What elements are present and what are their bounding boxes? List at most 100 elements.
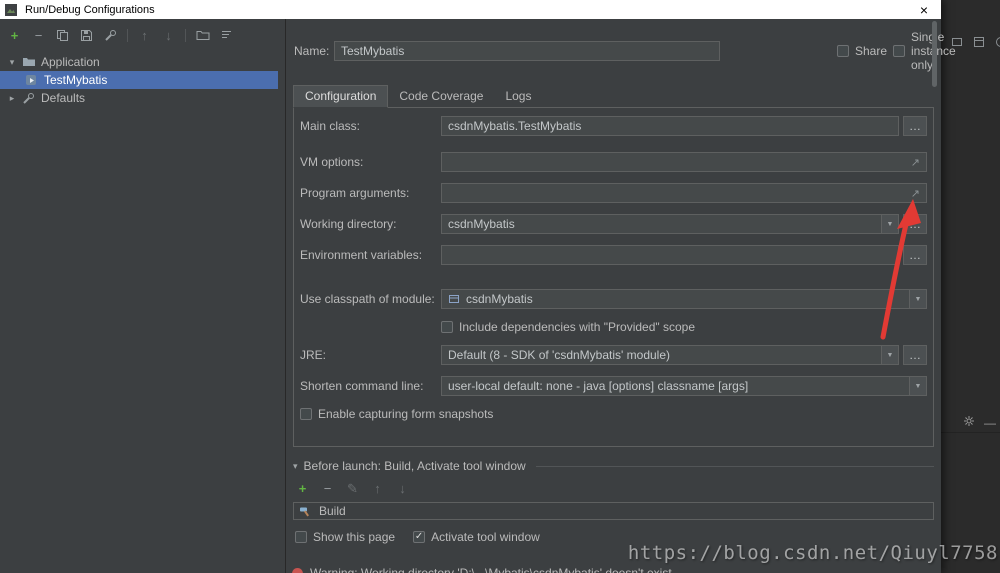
module-icon xyxy=(448,293,462,305)
ide-toolbar-icon[interactable] xyxy=(993,34,1000,49)
working-directory-value: csdnMybatis xyxy=(448,217,515,231)
tab-logs[interactable]: Logs xyxy=(494,86,542,107)
before-launch-toolbar: + − ✎ ↑ ↓ xyxy=(295,481,934,496)
shorten-command-line-label: Shorten command line: xyxy=(300,379,424,393)
warning-text: Warning: Working directory 'D:\...\Mybat… xyxy=(310,566,672,573)
configurations-sidebar: + − ↑ ↓ ▾ Application TestMybatis ▸ Defa… xyxy=(0,19,286,573)
move-down-icon[interactable]: ↓ xyxy=(395,481,410,496)
vm-options-input[interactable]: ↗ xyxy=(441,152,927,172)
copy-configuration-icon[interactable] xyxy=(55,28,70,43)
new-folder-icon[interactable] xyxy=(195,28,210,43)
toolbar-separator xyxy=(185,28,186,42)
divider xyxy=(941,432,1000,433)
dialog-titlebar[interactable]: Run/Debug Configurations × xyxy=(0,0,941,19)
shorten-command-line-select[interactable]: user-local default: none - java [options… xyxy=(441,376,927,396)
warning-icon xyxy=(292,567,303,573)
include-dependencies-checkbox[interactable]: Include dependencies with "Provided" sco… xyxy=(441,320,695,334)
main-class-input[interactable]: csdnMybatis.TestMybatis xyxy=(441,116,899,136)
check-icon: ✓ xyxy=(414,531,424,542)
application-run-icon xyxy=(25,74,39,86)
add-task-icon[interactable]: + xyxy=(295,481,310,496)
jre-browse-button[interactable]: … xyxy=(903,345,927,365)
shorten-command-line-row: Shorten command line: user-local default… xyxy=(300,376,927,396)
tab-configuration[interactable]: Configuration xyxy=(293,85,389,108)
tree-item-defaults[interactable]: ▸ Defaults xyxy=(0,89,285,107)
name-label: Name: xyxy=(294,44,330,58)
program-arguments-label: Program arguments: xyxy=(300,186,410,200)
expand-field-icon[interactable]: ↗ xyxy=(911,156,920,169)
main-class-value: csdnMybatis.TestMybatis xyxy=(448,119,582,133)
ide-toolbar-icon[interactable] xyxy=(971,34,986,49)
use-classpath-label: Use classpath of module: xyxy=(300,292,435,306)
main-class-browse-button[interactable]: … xyxy=(903,116,927,136)
tree-item-testmybatis[interactable]: TestMybatis xyxy=(0,71,278,89)
save-configuration-icon[interactable] xyxy=(79,28,94,43)
program-arguments-row: Program arguments: ↗ xyxy=(300,183,927,203)
jre-value: Default (8 - SDK of 'csdnMybatis' module… xyxy=(448,348,670,362)
sort-configurations-icon[interactable] xyxy=(219,28,234,43)
move-down-icon[interactable]: ↓ xyxy=(161,28,176,43)
name-value: TestMybatis xyxy=(341,44,405,58)
checkbox-box: ✓ xyxy=(413,531,426,543)
environment-variables-row: Environment variables: … xyxy=(300,245,927,265)
name-input[interactable]: TestMybatis xyxy=(334,41,720,61)
tree-item-label: Application xyxy=(41,55,100,69)
checkbox-label: Include dependencies with "Provided" sco… xyxy=(459,320,696,334)
dropdown-arrow-icon[interactable]: ▼ xyxy=(909,377,926,395)
vm-options-label: VM options: xyxy=(300,155,364,169)
dialog-title: Run/Debug Configurations xyxy=(25,3,155,16)
jre-row: JRE: Default (8 - SDK of 'csdnMybatis' m… xyxy=(300,345,927,365)
before-launch-title: Before launch: Build, Activate tool wind… xyxy=(303,459,526,473)
before-launch-header[interactable]: ▾ Before launch: Build, Activate tool wi… xyxy=(293,459,934,473)
expand-arrow-icon[interactable]: ▾ xyxy=(7,57,17,68)
single-instance-checkbox[interactable]: Single instance only xyxy=(893,30,956,72)
ide-background-strip: — xyxy=(941,0,1000,573)
collapse-arrow-icon[interactable]: ▸ xyxy=(7,93,17,104)
jre-label: JRE: xyxy=(300,348,327,362)
jre-select[interactable]: Default (8 - SDK of 'csdnMybatis' module… xyxy=(441,345,899,365)
checkbox-box xyxy=(300,408,312,420)
screen: — Run/Debug Configurations × + − ↑ ↓ ▾ A… xyxy=(0,0,1000,573)
add-configuration-icon[interactable]: + xyxy=(7,28,22,43)
edit-templates-icon[interactable] xyxy=(103,28,118,43)
enable-capturing-checkbox[interactable]: Enable capturing form snapshots xyxy=(300,407,493,421)
tab-code-coverage[interactable]: Code Coverage xyxy=(388,86,494,107)
checkbox-box xyxy=(893,45,905,57)
show-this-page-checkbox[interactable]: Show this page xyxy=(295,530,395,544)
working-directory-input[interactable]: csdnMybatis ▼ xyxy=(441,214,899,234)
collapse-section-icon[interactable]: ▾ xyxy=(293,461,298,472)
move-up-icon[interactable]: ↑ xyxy=(370,481,385,496)
share-checkbox[interactable]: Share xyxy=(837,30,887,72)
scrollbar-thumb[interactable] xyxy=(932,21,937,87)
edit-task-icon[interactable]: ✎ xyxy=(345,481,360,496)
toolbar-separator xyxy=(127,28,128,42)
working-directory-label: Working directory: xyxy=(300,217,397,231)
configurations-toolbar: + − ↑ ↓ xyxy=(0,19,285,51)
tab-bar: Configuration Code Coverage Logs xyxy=(293,85,934,108)
name-row: Name: TestMybatis Share Single instance … xyxy=(294,30,956,72)
environment-variables-label: Environment variables: xyxy=(300,248,423,262)
configuration-tab-panel: Main class: csdnMybatis.TestMybatis … VM… xyxy=(293,107,934,447)
dialog-icon xyxy=(5,3,19,16)
warning-row: Warning: Working directory 'D:\...\Mybat… xyxy=(292,566,672,573)
configuration-editor: Name: TestMybatis Share Single instance … xyxy=(286,19,956,573)
working-directory-row: Working directory: csdnMybatis ▼ … xyxy=(300,214,927,234)
task-label: Build xyxy=(319,504,346,518)
hide-panel-icon[interactable]: — xyxy=(984,416,996,430)
use-classpath-row: Use classpath of module: csdnMybatis ▼ xyxy=(300,289,927,309)
dropdown-arrow-icon[interactable]: ▼ xyxy=(881,346,898,364)
gear-icon[interactable] xyxy=(963,415,975,430)
folder-icon xyxy=(22,56,36,68)
before-launch-task-build[interactable]: Build xyxy=(293,502,934,520)
close-icon[interactable]: × xyxy=(907,0,941,19)
section-divider xyxy=(535,465,934,467)
tree-item-application[interactable]: ▾ Application xyxy=(0,53,285,71)
move-up-icon[interactable]: ↑ xyxy=(137,28,152,43)
environment-variables-input[interactable] xyxy=(441,245,899,265)
enable-capturing-row: Enable capturing form snapshots xyxy=(300,407,927,421)
checkbox-box xyxy=(441,321,453,333)
remove-task-icon[interactable]: − xyxy=(320,481,335,496)
remove-configuration-icon[interactable]: − xyxy=(31,28,46,43)
checkbox-box xyxy=(837,45,849,57)
activate-tool-window-checkbox[interactable]: ✓ Activate tool window xyxy=(413,530,540,544)
